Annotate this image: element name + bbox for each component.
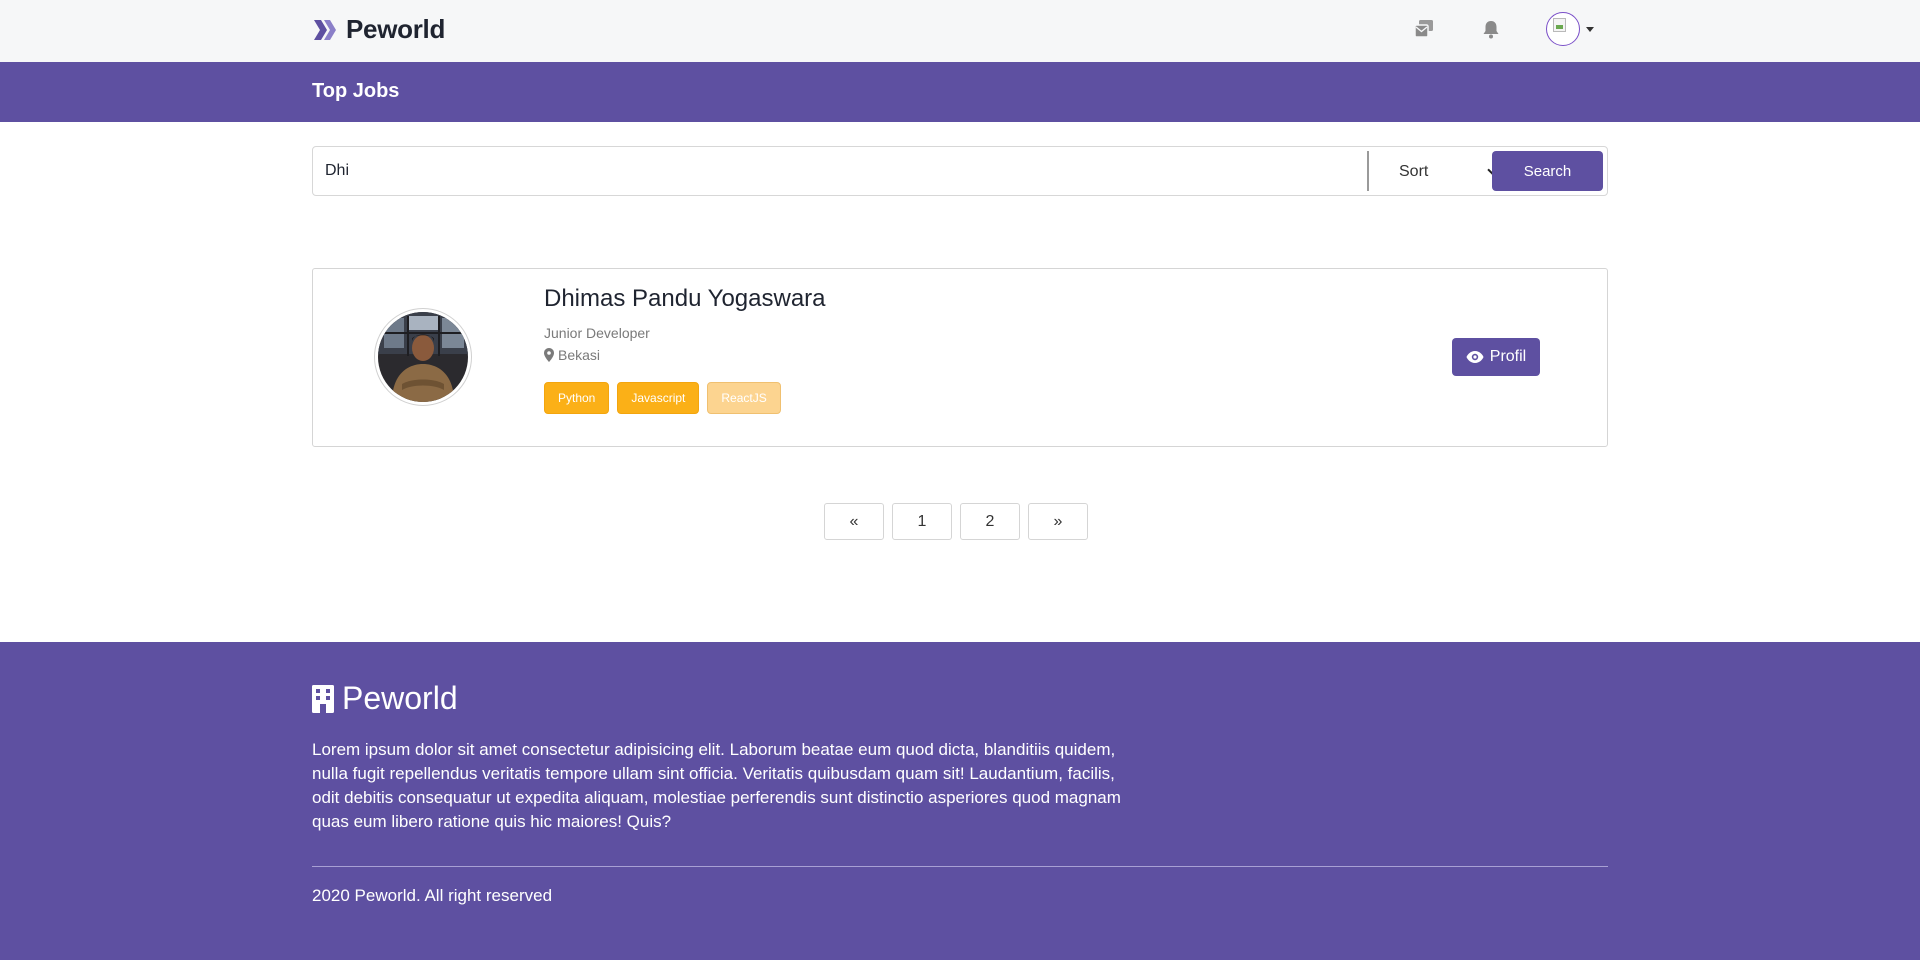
map-marker-icon bbox=[544, 348, 554, 362]
footer-description: Lorem ipsum dolor sit amet consectetur a… bbox=[312, 740, 1121, 831]
pagination-page-2[interactable]: 2 bbox=[960, 503, 1020, 540]
eye-icon bbox=[1466, 351, 1484, 363]
mail-icon[interactable] bbox=[1413, 17, 1437, 41]
broken-image-icon bbox=[1553, 18, 1566, 32]
talent-card: Dhimas Pandu Yogaswara Junior Developer … bbox=[312, 268, 1608, 447]
avatar[interactable] bbox=[1546, 12, 1580, 46]
talent-role: Junior Developer bbox=[544, 325, 650, 341]
skill-list: Python Javascript ReactJS bbox=[544, 382, 781, 414]
talent-location: Bekasi bbox=[544, 347, 600, 363]
sort-select[interactable]: Sort bbox=[1385, 157, 1503, 187]
footer-brand: Peworld bbox=[312, 680, 458, 717]
footer: Peworld Lorem ipsum dolor sit amet conse… bbox=[0, 642, 1920, 960]
footer-brand-name: Peworld bbox=[342, 680, 458, 716]
brand-logo-link[interactable]: Peworld bbox=[312, 14, 445, 45]
pagination-prev[interactable]: « bbox=[824, 503, 884, 540]
user-menu[interactable] bbox=[1546, 12, 1594, 46]
profile-photo-frame bbox=[374, 308, 472, 406]
bell-icon[interactable] bbox=[1479, 17, 1503, 41]
talent-name: Dhimas Pandu Yogaswara bbox=[544, 285, 826, 312]
footer-divider bbox=[312, 866, 1608, 867]
search-button[interactable]: Search bbox=[1492, 151, 1603, 191]
pagination-page-1[interactable]: 1 bbox=[892, 503, 952, 540]
search-bar: Sort Search bbox=[312, 146, 1608, 196]
profile-photo bbox=[378, 312, 468, 402]
location-text: Bekasi bbox=[558, 347, 601, 363]
view-profile-label: Profil bbox=[1489, 348, 1527, 365]
title-bar: Top Jobs bbox=[0, 62, 1920, 122]
caret-down-icon[interactable] bbox=[1586, 26, 1594, 32]
skill-badge[interactable]: ReactJS bbox=[707, 382, 781, 414]
navbar: Peworld bbox=[0, 0, 1920, 62]
pagination: « 1 2 » bbox=[824, 503, 1088, 540]
view-profile-button[interactable]: Profil bbox=[1452, 338, 1540, 376]
search-input[interactable] bbox=[313, 147, 1367, 195]
peworld-logo-icon bbox=[314, 19, 336, 40]
building-icon bbox=[312, 684, 334, 713]
pagination-next[interactable]: » bbox=[1028, 503, 1088, 540]
sort-label: Sort bbox=[1399, 163, 1429, 180]
brand-name: Peworld bbox=[346, 14, 446, 44]
footer-copyright: 2020 Peworld. All right reserved bbox=[312, 886, 553, 905]
skill-badge[interactable]: Javascript bbox=[617, 382, 700, 414]
skill-badge[interactable]: Python bbox=[544, 382, 610, 414]
page-title: Top Jobs bbox=[312, 80, 400, 102]
search-divider bbox=[1367, 151, 1369, 191]
